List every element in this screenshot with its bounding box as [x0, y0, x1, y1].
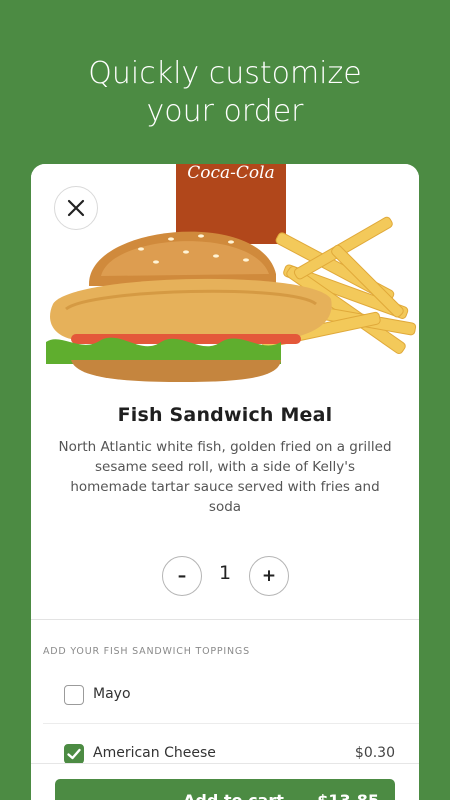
topping-label: American Cheese	[93, 745, 216, 761]
close-button[interactable]	[54, 186, 98, 230]
increase-quantity-button[interactable]: +	[249, 556, 289, 596]
item-title: Fish Sandwich Meal	[117, 404, 333, 426]
cart-bar: Add to cart $13.85	[31, 763, 419, 800]
item-detail-card: Coca-Cola Fish Sandwich Meal North Atlan…	[31, 164, 419, 800]
quantity-stepper: – 1 +	[31, 556, 419, 596]
topping-option-mayo[interactable]: Mayo	[31, 675, 419, 715]
topping-price: $0.30	[354, 745, 395, 761]
headline-line-2: your order	[146, 94, 304, 129]
cup-logo-text: Coca-Cola	[187, 164, 274, 183]
toppings-section-label: ADD YOUR FISH SANDWICH TOPPINGS	[43, 646, 250, 657]
add-to-cart-label: Add to cart	[183, 791, 284, 800]
decrease-quantity-button[interactable]: –	[162, 556, 202, 596]
meal-photo: Coca-Cola	[31, 164, 419, 389]
headline: Quickly customize your order	[0, 55, 450, 131]
add-to-cart-button[interactable]: Add to cart $13.85	[55, 779, 395, 800]
quantity-value: 1	[218, 562, 232, 584]
topping-label: Mayo	[93, 686, 131, 702]
american-cheese-checkbox[interactable]	[64, 744, 84, 764]
headline-line-1: Quickly customize	[88, 56, 362, 91]
cart-total-price: $13.85	[317, 791, 379, 800]
check-icon	[67, 748, 81, 760]
section-divider	[31, 619, 419, 620]
mayo-checkbox[interactable]	[64, 685, 84, 705]
item-description: North Atlantic white fish, golden fried …	[58, 439, 392, 515]
close-icon	[67, 199, 85, 217]
minus-icon: –	[177, 566, 187, 586]
plus-icon: +	[261, 566, 277, 586]
option-divider	[43, 723, 419, 724]
